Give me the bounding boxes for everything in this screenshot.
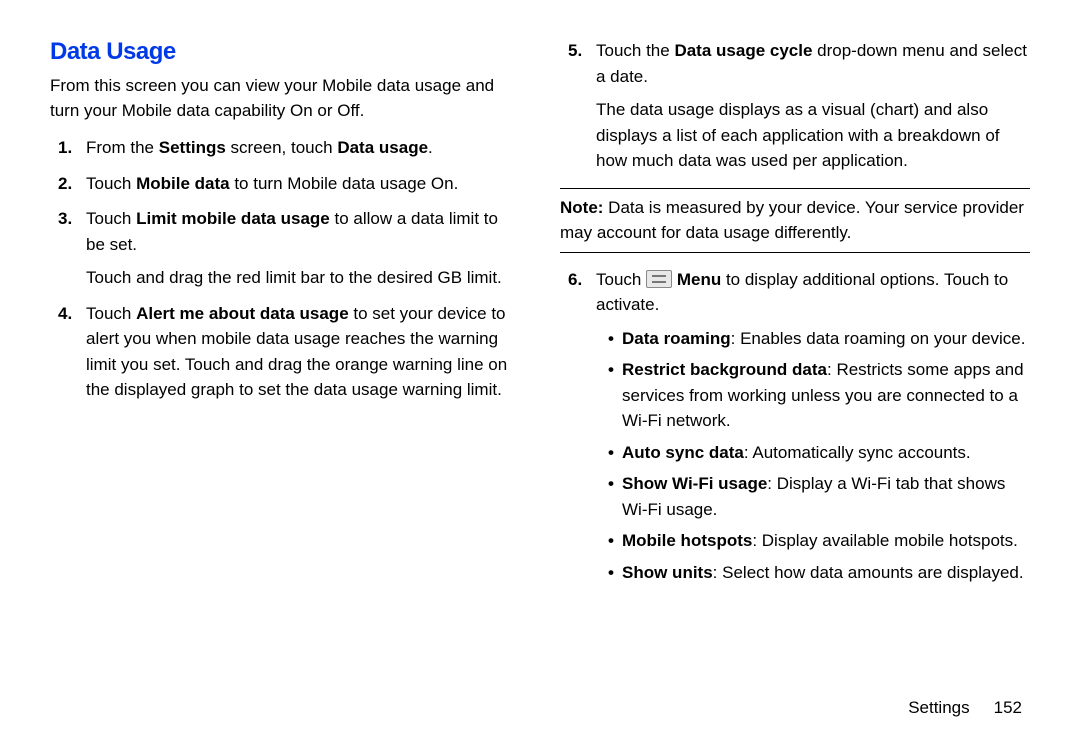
- step-text: Touch: [86, 304, 136, 323]
- step-1: From the Settings screen, touch Data usa…: [86, 135, 520, 161]
- page-footer: Settings 152: [0, 698, 1080, 740]
- step-text: .: [428, 138, 433, 157]
- bullet-term: Data roaming: [622, 329, 731, 348]
- step-2: Touch Mobile data to turn Mobile data us…: [86, 171, 520, 197]
- menu-icon: [646, 270, 672, 288]
- steps-list-left: From the Settings screen, touch Data usa…: [50, 135, 520, 403]
- left-column: Data Usage From this screen you can view…: [50, 38, 520, 678]
- step-bold: Settings: [159, 138, 226, 157]
- note-label: Note:: [560, 198, 603, 217]
- step-5: Touch the Data usage cycle drop-down men…: [596, 38, 1030, 174]
- note-text: Data is measured by your device. Your se…: [560, 198, 1024, 243]
- bullet-term: Mobile hotspots: [622, 531, 752, 550]
- step-bold: Data usage cycle: [674, 41, 812, 60]
- step-text: Touch: [86, 174, 136, 193]
- list-item: Restrict background data: Restricts some…: [608, 357, 1030, 434]
- menu-options-list: Data roaming: Enables data roaming on yo…: [596, 326, 1030, 586]
- step-bold: Limit mobile data usage: [136, 209, 330, 228]
- list-item: Data roaming: Enables data roaming on yo…: [608, 326, 1030, 352]
- bullet-desc: : Enables data roaming on your device.: [731, 329, 1026, 348]
- bullet-term: Show units: [622, 563, 713, 582]
- note-block: Note: Data is measured by your device. Y…: [560, 188, 1030, 253]
- bullet-term: Show Wi-Fi usage: [622, 474, 767, 493]
- step-followup: Touch and drag the red limit bar to the …: [86, 265, 520, 291]
- steps-list-right-2: Touch Menu to display additional options…: [560, 267, 1030, 586]
- step-text: Touch the: [596, 41, 674, 60]
- bullet-desc: : Automatically sync accounts.: [744, 443, 971, 462]
- step-text: to turn Mobile data usage On.: [230, 174, 459, 193]
- intro-paragraph: From this screen you can view your Mobil…: [50, 74, 520, 123]
- bullet-desc: : Display available mobile hotspots.: [752, 531, 1018, 550]
- step-3: Touch Limit mobile data usage to allow a…: [86, 206, 520, 291]
- bullet-desc: : Select how data amounts are displayed.: [713, 563, 1024, 582]
- footer-page-number: 152: [994, 698, 1022, 717]
- list-item: Mobile hotspots: Display available mobil…: [608, 528, 1030, 554]
- step-text: Touch: [596, 270, 646, 289]
- bullet-term: Auto sync data: [622, 443, 744, 462]
- step-text: From the: [86, 138, 159, 157]
- step-bold: Data usage: [337, 138, 428, 157]
- right-column: Touch the Data usage cycle drop-down men…: [560, 38, 1030, 678]
- steps-list-right: Touch the Data usage cycle drop-down men…: [560, 38, 1030, 174]
- bullet-term: Restrict background data: [622, 360, 827, 379]
- step-4: Touch Alert me about data usage to set y…: [86, 301, 520, 403]
- section-heading: Data Usage: [50, 38, 520, 66]
- step-bold: Mobile data: [136, 174, 230, 193]
- step-6: Touch Menu to display additional options…: [596, 267, 1030, 586]
- step-bold: Menu: [677, 270, 721, 289]
- list-item: Auto sync data: Automatically sync accou…: [608, 440, 1030, 466]
- footer-section: Settings: [908, 698, 969, 717]
- list-item: Show units: Select how data amounts are …: [608, 560, 1030, 586]
- list-item: Show Wi-Fi usage: Display a Wi-Fi tab th…: [608, 471, 1030, 522]
- step-bold: Alert me about data usage: [136, 304, 349, 323]
- step-text: Touch: [86, 209, 136, 228]
- page-content: Data Usage From this screen you can view…: [0, 0, 1080, 698]
- step-text: screen, touch: [226, 138, 338, 157]
- step-followup: The data usage displays as a visual (cha…: [596, 97, 1030, 174]
